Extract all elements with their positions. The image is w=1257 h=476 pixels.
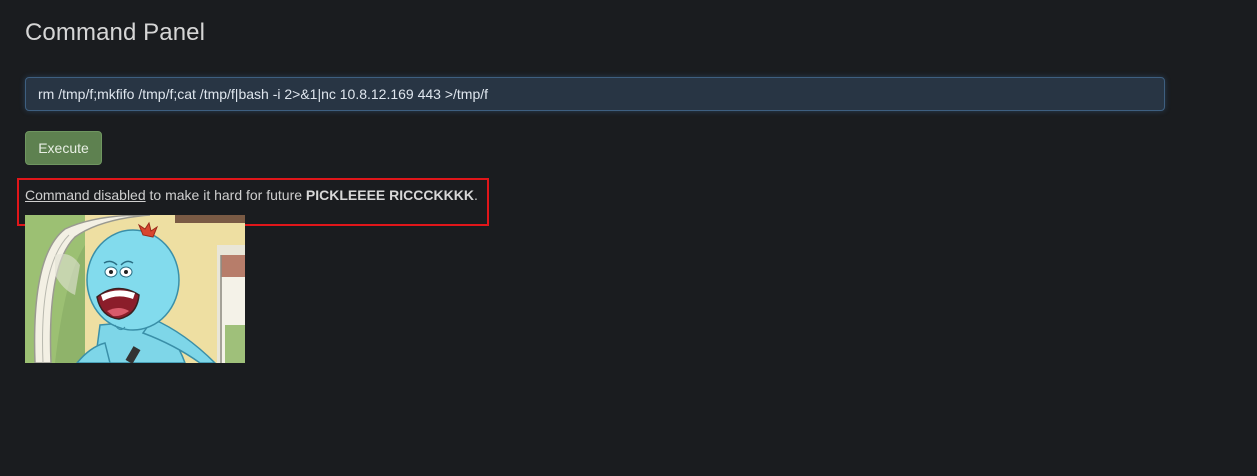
meeseeks-image [25,215,245,363]
command-panel-page: Command Panel Execute Command disabled t… [0,0,1257,476]
command-disabled-message: Command disabled to make it hard for fut… [25,187,478,203]
message-bold-text: PICKLEEEE RICCCKKKK [305,187,474,203]
message-middle-text: to make it hard for future [145,187,306,203]
execute-button[interactable]: Execute [25,131,102,165]
message-end-text: . [473,187,478,203]
page-title: Command Panel [25,19,206,46]
command-input[interactable] [25,77,1165,111]
command-disabled-link[interactable]: Command disabled [25,187,146,203]
